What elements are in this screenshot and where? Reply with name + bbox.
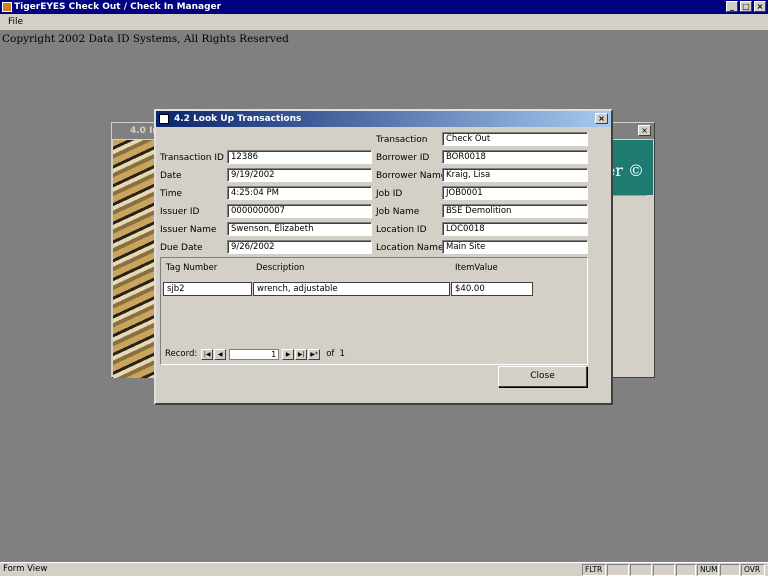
item-value-cell[interactable]: $40.00 bbox=[451, 282, 533, 296]
description-cell[interactable]: wrench, adjustable bbox=[253, 282, 450, 296]
form-icon bbox=[159, 114, 169, 124]
overwrite-indicator: OVR bbox=[741, 564, 765, 576]
status-text: Form View bbox=[3, 564, 48, 574]
status-bar: Form View FLTR NUM OVR bbox=[0, 562, 768, 576]
location-id-field[interactable]: LOC0018 bbox=[442, 222, 588, 236]
maximize-button[interactable]: □ bbox=[740, 1, 752, 12]
issuer-id-label: Issuer ID bbox=[160, 207, 200, 217]
transaction-type-label: Transaction bbox=[376, 135, 428, 145]
first-record-button[interactable]: |◀ bbox=[201, 348, 214, 360]
tag-number-cell[interactable]: sjb2 bbox=[163, 282, 252, 296]
job-id-label: Job ID bbox=[376, 189, 403, 199]
status-panel bbox=[630, 564, 652, 576]
due-date-label: Due Date bbox=[160, 243, 203, 253]
description-header: Description bbox=[256, 263, 305, 273]
lookup-transactions-dialog: 4.2 Look Up Transactions × Transaction I… bbox=[154, 109, 613, 405]
num-lock-indicator: NUM bbox=[697, 564, 719, 576]
due-date-field[interactable]: 9/26/2002 bbox=[227, 240, 372, 254]
record-of-label: of bbox=[326, 349, 335, 359]
job-name-label: Job Name bbox=[376, 207, 420, 217]
time-field[interactable]: 4:25:04 PM bbox=[227, 186, 372, 200]
borrower-id-field[interactable]: BOR0018 bbox=[442, 150, 588, 164]
issuer-name-label: Issuer Name bbox=[160, 225, 217, 235]
items-subform: Tag Number Description ItemValue sjb2 wr… bbox=[160, 257, 588, 365]
menu-bar: File bbox=[0, 14, 768, 31]
app-title-bar: TigerEYES Check Out / Check In Manager _… bbox=[0, 0, 768, 14]
status-panel bbox=[720, 564, 740, 576]
transaction-id-label: Transaction ID bbox=[160, 153, 224, 163]
location-id-label: Location ID bbox=[376, 225, 427, 235]
previous-record-button[interactable]: ◀ bbox=[214, 348, 227, 360]
borrower-id-label: Borrower ID bbox=[376, 153, 430, 163]
new-record-button[interactable]: ▶* bbox=[308, 348, 321, 360]
record-total: 1 bbox=[339, 349, 345, 359]
dialog-close-icon[interactable]: × bbox=[595, 113, 608, 124]
record-label: Record: bbox=[165, 349, 198, 359]
minimize-button[interactable]: _ bbox=[726, 1, 738, 12]
menu-file[interactable]: File bbox=[8, 17, 23, 27]
close-button[interactable]: Close bbox=[498, 366, 587, 387]
filter-indicator: FLTR bbox=[582, 564, 606, 576]
location-name-field[interactable]: Main Site bbox=[442, 240, 588, 254]
record-number-input[interactable]: 1 bbox=[229, 348, 280, 360]
item-value-header: ItemValue bbox=[455, 263, 498, 273]
issuer-id-field[interactable]: 0000000007 bbox=[227, 204, 372, 218]
transaction-type-field[interactable]: Check Out bbox=[442, 132, 588, 146]
borrower-name-field[interactable]: Kraig, Lisa bbox=[442, 168, 588, 182]
transaction-id-field[interactable]: 12386 bbox=[227, 150, 372, 164]
tag-number-header: Tag Number bbox=[166, 263, 218, 273]
time-label: Time bbox=[160, 189, 183, 199]
dialog-title-bar[interactable]: 4.2 Look Up Transactions × bbox=[156, 111, 611, 127]
job-id-field[interactable]: JOB0001 bbox=[442, 186, 588, 200]
status-panel bbox=[676, 564, 696, 576]
background-window-close-button[interactable]: × bbox=[638, 125, 651, 136]
job-name-field[interactable]: BSE Demolition bbox=[442, 204, 588, 218]
close-app-button[interactable]: × bbox=[754, 1, 766, 12]
issuer-name-field[interactable]: Swenson, Elizabeth bbox=[227, 222, 372, 236]
copyright-text: Copyright 2002 Data ID Systems, All Righ… bbox=[2, 33, 289, 45]
record-navigator: Record: |◀ ◀ 1 ▶ ▶| ▶* of 1 bbox=[165, 348, 345, 360]
tiger-image bbox=[113, 140, 158, 378]
dialog-title: 4.2 Look Up Transactions bbox=[174, 114, 302, 124]
app-title: TigerEYES Check Out / Check In Manager bbox=[14, 2, 222, 12]
last-record-button[interactable]: ▶| bbox=[295, 348, 308, 360]
app-icon bbox=[2, 2, 12, 12]
date-label: Date bbox=[160, 171, 182, 181]
next-record-button[interactable]: ▶ bbox=[282, 348, 295, 360]
borrower-name-label: Borrower Name bbox=[376, 171, 447, 181]
location-name-label: Location Name bbox=[376, 243, 444, 253]
status-panel bbox=[653, 564, 675, 576]
status-panel bbox=[607, 564, 629, 576]
date-field[interactable]: 9/19/2002 bbox=[227, 168, 372, 182]
